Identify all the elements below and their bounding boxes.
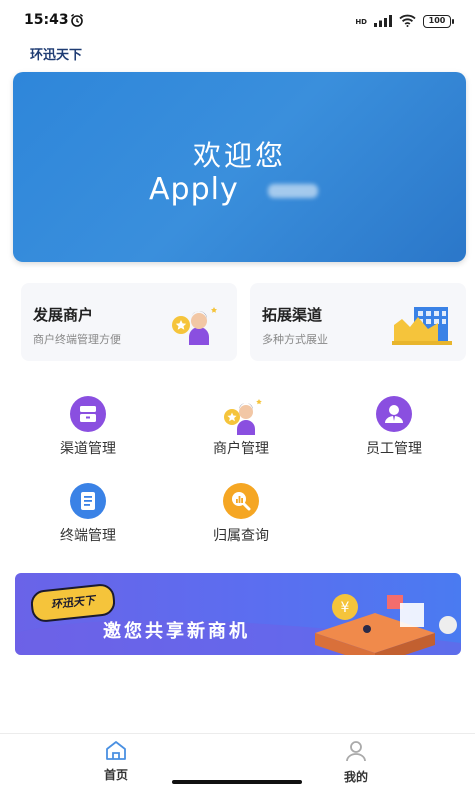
menu-label: 渠道管理 <box>60 441 116 457</box>
merchant-person-icon <box>167 301 223 349</box>
blurred-username <box>268 184 318 198</box>
menu-label: 商户管理 <box>213 441 269 457</box>
signal-icon <box>374 12 392 31</box>
alarm-icon <box>70 12 84 31</box>
menu-terminal-management[interactable]: 终端管理 <box>28 482 148 552</box>
menu-staff-management[interactable]: 员工管理 <box>334 395 454 465</box>
staff-manage-icon <box>375 395 413 433</box>
app-title: 环迅天下 <box>30 48 83 63</box>
promo-banner[interactable]: ¥ 环迅天下 邀您共享新商机 <box>15 573 461 655</box>
home-icon <box>105 741 127 764</box>
merchant-manage-icon <box>222 395 262 435</box>
battery-icon: 100 <box>423 15 454 28</box>
profile-icon <box>345 741 367 766</box>
channel-building-icon <box>392 301 452 349</box>
card-develop-merchant[interactable]: 发展商户 商户终端管理方便 <box>21 283 237 361</box>
system-icons: HD 100 <box>355 12 454 31</box>
status-time: 15:43 <box>24 12 69 28</box>
card-expand-channel[interactable]: 拓展渠道 多种方式展业 <box>250 283 466 361</box>
hero-subtitle: Apply <box>149 172 239 207</box>
tab-label: 我的 <box>343 770 368 784</box>
menu-channel-management[interactable]: 渠道管理 <box>28 395 148 465</box>
card-title: 发展商户 <box>33 306 94 324</box>
menu-merchant-management[interactable]: 商户管理 <box>181 395 301 465</box>
menu-label: 员工管理 <box>366 441 422 457</box>
terminal-manage-icon <box>69 482 107 520</box>
channel-manage-icon <box>69 395 107 433</box>
network-type-label: HD <box>355 17 367 26</box>
menu-label: 终端管理 <box>60 528 116 544</box>
status-bar: 15:43 HD 100 <box>0 0 475 38</box>
tab-profile[interactable]: 我的 <box>296 740 416 785</box>
card-desc: 多种方式展业 <box>262 333 328 346</box>
svg-text:¥: ¥ <box>341 600 350 616</box>
card-title: 拓展渠道 <box>262 306 323 324</box>
tab-label: 首页 <box>103 768 128 782</box>
welcome-hero-banner[interactable]: 欢迎您 Apply <box>13 72 466 262</box>
menu-ownership-query[interactable]: 归属查询 <box>181 482 301 552</box>
bottom-tab-bar: 首页 我的 <box>0 733 475 793</box>
home-indicator[interactable] <box>172 780 302 784</box>
wifi-icon <box>399 12 416 31</box>
promo-text: 邀您共享新商机 <box>103 621 250 642</box>
tab-home[interactable]: 首页 <box>56 740 176 783</box>
hero-title: 欢迎您 <box>192 139 286 172</box>
card-desc: 商户终端管理方便 <box>33 333 121 346</box>
ownership-query-icon <box>222 482 260 520</box>
menu-label: 归属查询 <box>213 528 269 544</box>
brand-badge-text: 环迅天下 <box>50 593 96 612</box>
